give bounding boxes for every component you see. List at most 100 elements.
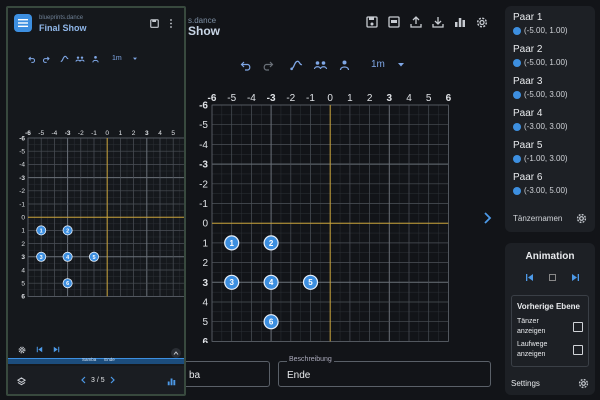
pair-item[interactable]: Paar 3 (-5.00, 3.00) [513,76,587,99]
dancer-marker[interactable]: 1 [36,225,47,236]
pair-item[interactable]: Paar 2 (-5.00, 1.00) [513,44,587,67]
x-tick-label: 4 [406,93,412,104]
redo-icon[interactable] [262,59,274,71]
phone-undo-icon[interactable] [28,55,36,63]
phone-formation-grid[interactable]: -6 -5 -4 -3 -2 -1 0 1 2 3 4 5 6 -6 -5 -4 -3 -2 -1 0 1 2 3 4 5 6 1 2… [10,122,184,304]
x-tick-label: -1 [91,130,97,137]
menu-button[interactable] [14,14,32,32]
dancer-color-dot [513,186,521,195]
svg-text:2: 2 [66,228,69,234]
x-tick-label: 5 [171,130,175,137]
pair-item[interactable]: Paar 4 (-3.00, 3.00) [513,108,587,131]
share-icon[interactable] [410,16,422,28]
phone-settings-gear-icon[interactable] [18,346,26,354]
main-toolbar [366,16,488,28]
y-tick-label: 4 [202,298,208,309]
y-tick-label: -4 [199,140,208,151]
export-pdf-icon[interactable] [388,16,400,28]
pair-item[interactable]: Paar 1 (-5.00, 1.00) [513,12,587,35]
path-tool-icon[interactable] [290,58,303,71]
phone-skip-back-icon[interactable] [36,346,43,354]
phone-save-icon[interactable] [150,19,159,28]
svg-text:6: 6 [269,318,274,327]
phone-dancer-icon[interactable] [91,55,100,63]
svg-text:3: 3 [40,255,43,261]
dancer-marker[interactable]: 4 [62,251,73,262]
phone-expand-icon[interactable] [171,348,181,358]
dancer-marker[interactable]: 4 [263,274,279,290]
dancer-icon[interactable] [338,59,351,71]
prev-page-icon[interactable] [81,376,86,384]
dancer-marker[interactable]: 6 [263,314,279,330]
animation-settings-gear-icon[interactable] [578,378,589,389]
y-tick-label: -2 [199,179,208,190]
x-tick-label: 0 [327,93,333,104]
skip-forward-icon[interactable] [571,273,580,282]
x-tick-label: -2 [286,93,295,104]
pair-position: (-5.00, 3.00) [524,90,568,99]
dancer-marker[interactable]: 3 [36,251,47,262]
phone-skip-forward-icon[interactable] [53,346,60,354]
previous-layer-box: Vorherige Ebene Tänzer anzeigen Laufwege… [511,295,589,367]
phone-timeline-labels: Samba Ende [82,357,115,362]
dancer-marker[interactable]: 6 [62,278,73,289]
chevron-down-icon [397,62,405,68]
formation-grid[interactable]: -6 -5 -4 -3 -2 -1 0 1 2 3 4 5 6 -6 -5 -4 -3 -2 -1 0 1 2 3 4 5 6 1 2… [196,88,458,343]
x-tick-label: 3 [145,130,149,137]
next-chevron-icon[interactable] [483,212,492,224]
edit-toolbar: 1m [240,58,405,71]
y-tick-label: -2 [19,188,25,195]
phone-redo-icon[interactable] [42,55,50,63]
x-tick-label: 4 [158,130,162,137]
phone-path-tool-icon[interactable] [60,54,69,63]
music-field[interactable]: ba [180,361,270,387]
phone-preview: blueprints.dance Final Show 1m -6 -5 -4 -3-… [6,6,186,396]
x-tick-label: -2 [78,130,84,137]
y-tick-label: -6 [19,135,25,142]
zoom-select[interactable]: 1m [371,59,405,70]
phone-chart-icon[interactable] [167,377,176,386]
y-tick-label: 2 [202,258,208,269]
show-title: Show [188,24,220,38]
dancer-marker[interactable]: 5 [302,274,319,290]
page-navigator: 3 / 5 [81,376,115,384]
save-icon[interactable] [366,16,378,28]
x-tick-label: -4 [52,130,58,137]
pair-item[interactable]: Paar 5 (-1.00, 3.00) [513,140,587,163]
dancer-color-dot [513,90,521,99]
description-field[interactable]: Beschreibung Ende [278,356,491,387]
dancer-marker[interactable]: 2 [62,225,73,236]
settings-label: Settings [511,379,540,388]
x-tick-label: -4 [247,93,256,104]
phone-group-icon[interactable] [75,55,85,63]
group-icon[interactable] [313,59,328,71]
y-tick-label: 5 [202,317,208,328]
dancer-marker[interactable]: 1 [224,235,240,251]
y-tick-label: -5 [19,148,25,155]
undo-icon[interactable] [240,59,252,71]
show-paths-checkbox[interactable] [573,345,583,355]
pair-item[interactable]: Paar 6 (-3.00, 5.00) [513,172,587,195]
more-vert-icon[interactable] [169,19,173,28]
phone-show-title: Final Show [39,23,87,33]
layers-icon[interactable] [17,377,26,386]
y-tick-label: -3 [19,175,25,182]
next-page-icon[interactable] [110,376,115,384]
skip-back-icon[interactable] [525,273,534,282]
pair-position: (-3.00, 5.00) [524,186,568,195]
pair-position: (-3.00, 3.00) [524,122,568,131]
dancer-marker[interactable]: 3 [224,274,240,290]
chart-icon[interactable] [454,16,466,28]
phone-zoom-select[interactable]: 1m [112,55,138,62]
y-tick-label: 0 [202,219,208,230]
dancer-marker[interactable]: 2 [263,235,279,251]
download-icon[interactable] [432,16,444,28]
pairs-settings-gear-icon[interactable] [576,213,587,224]
x-tick-label: 1 [347,93,353,104]
svg-text:3: 3 [229,278,234,287]
stop-icon[interactable] [548,273,557,282]
show-dancers-checkbox[interactable] [573,322,583,332]
y-tick-label: -1 [199,199,208,210]
gear-icon[interactable] [476,16,488,28]
dancer-marker[interactable]: 5 [89,251,100,262]
